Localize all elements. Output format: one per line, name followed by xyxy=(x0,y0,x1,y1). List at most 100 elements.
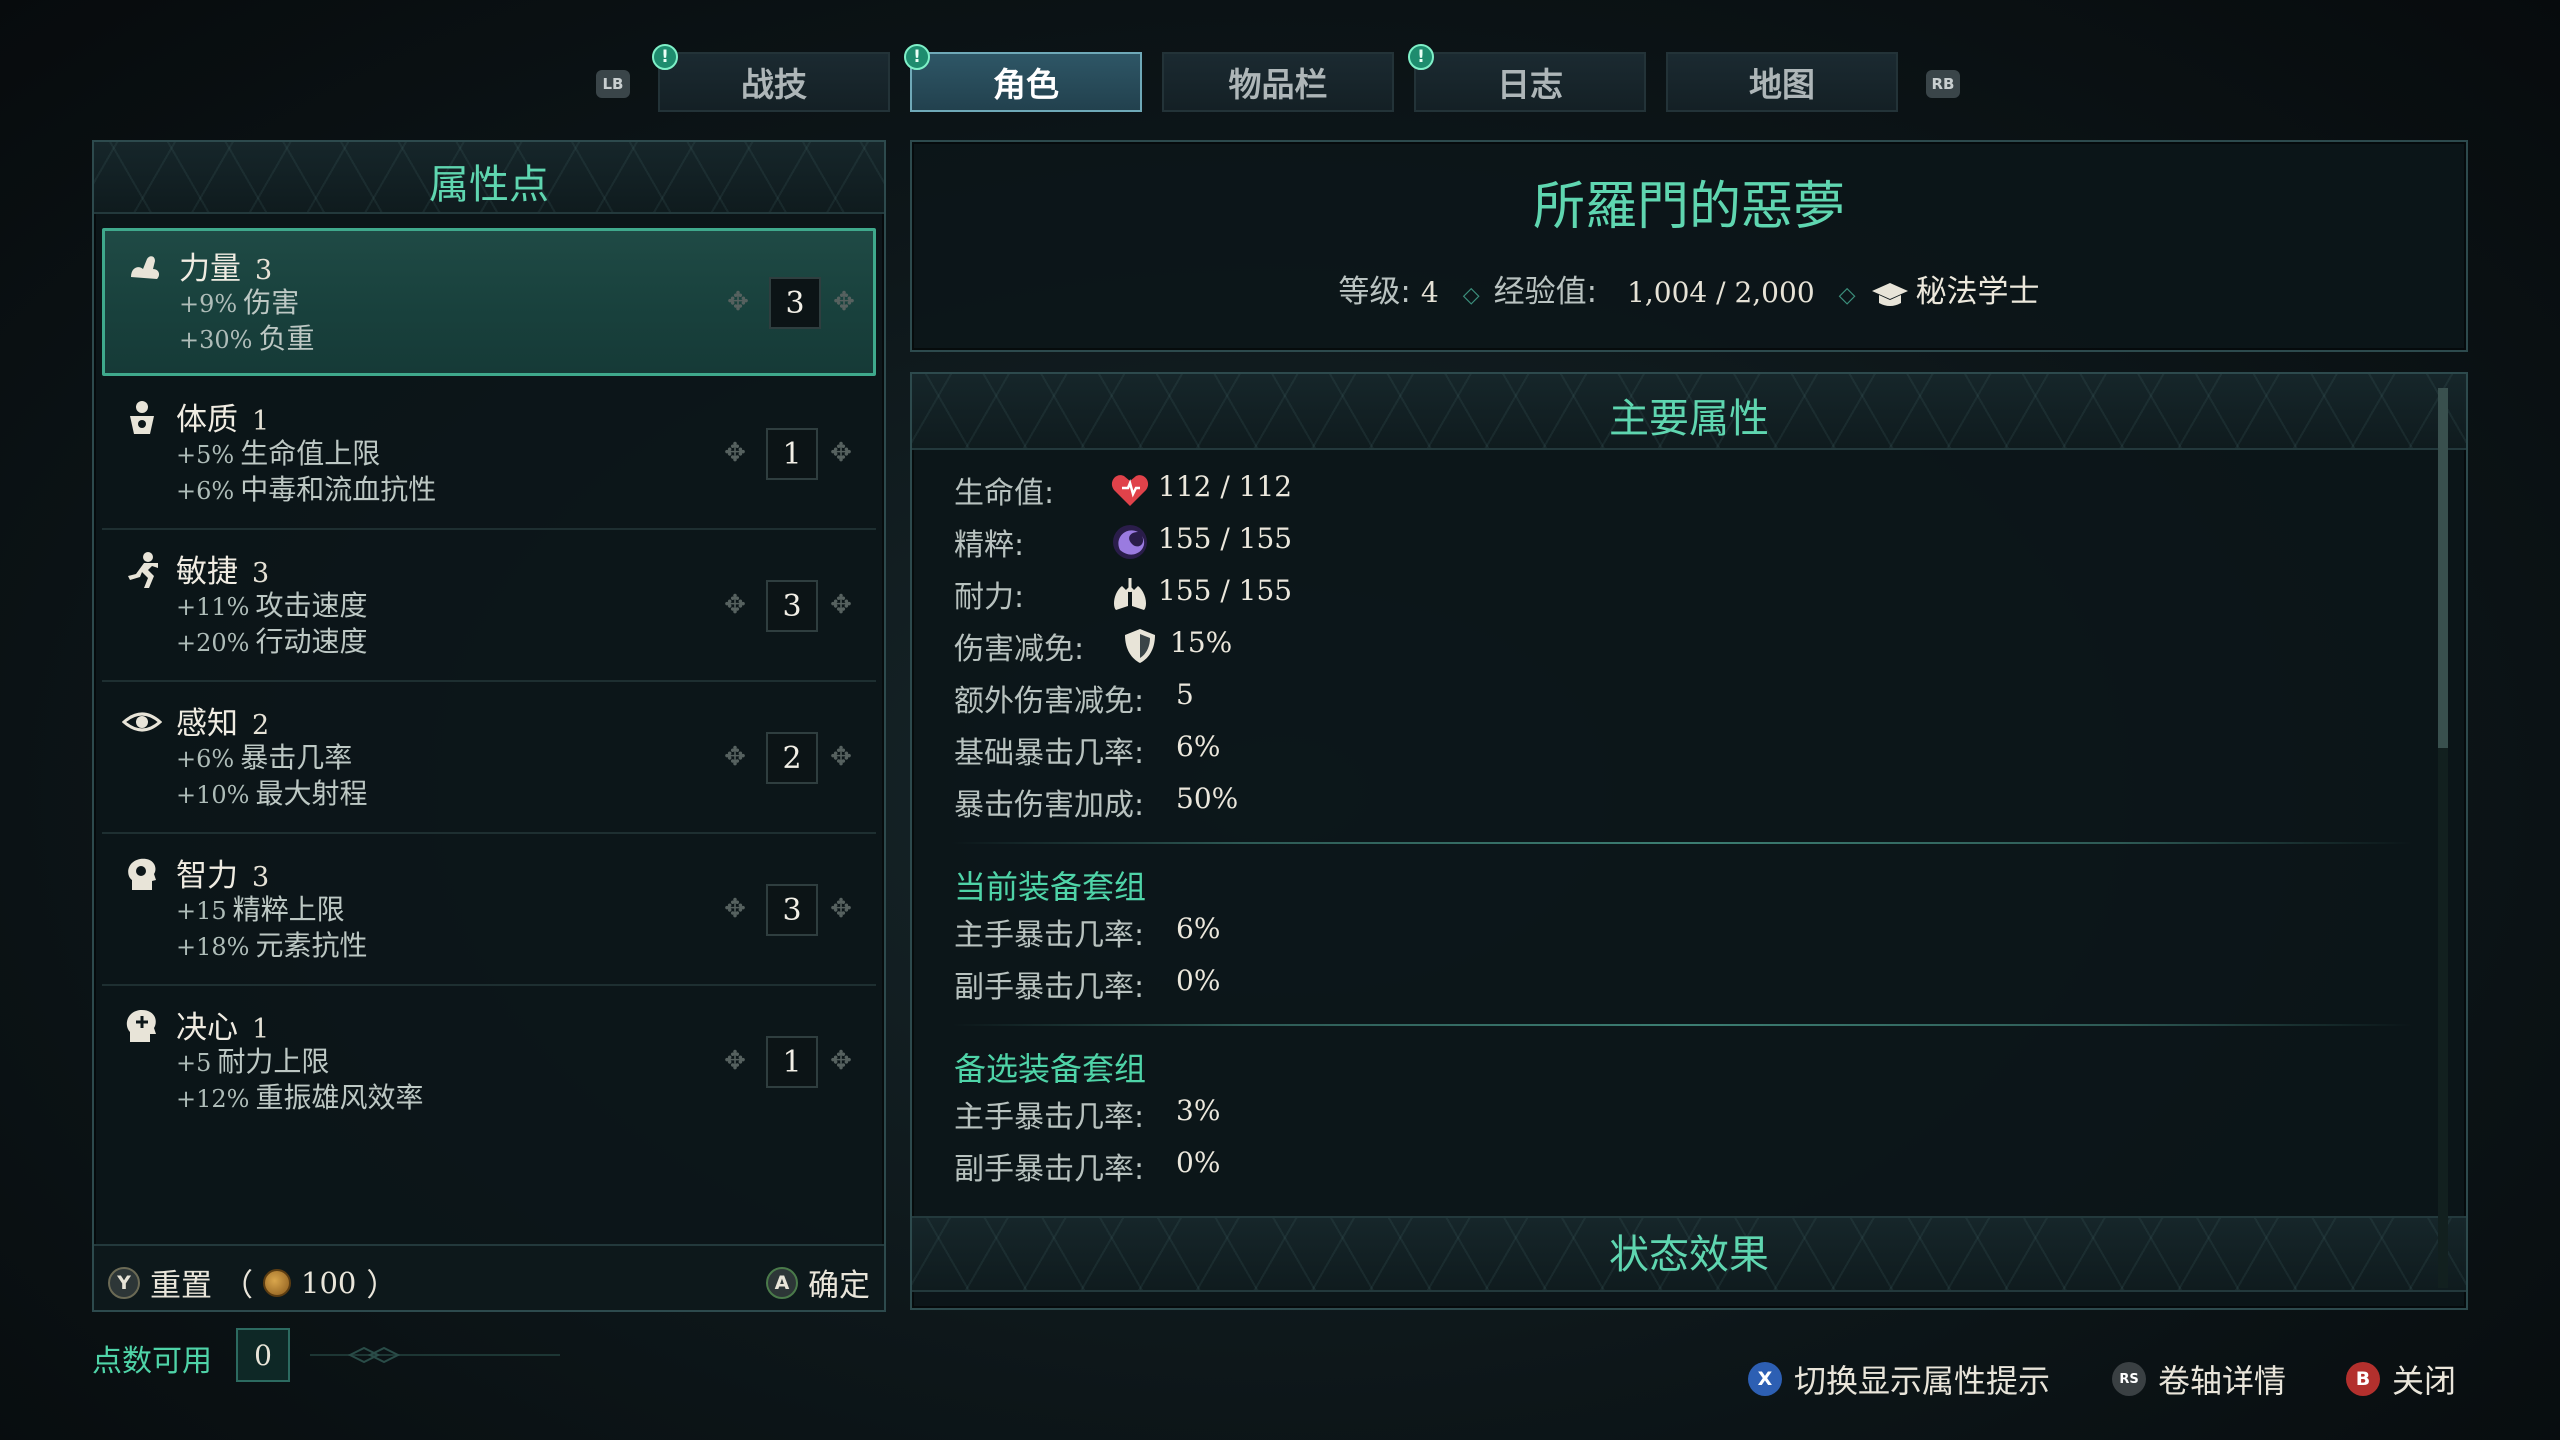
tab-inventory[interactable]: 物品栏 xyxy=(1162,52,1394,112)
attribute-bonus: +10% 最大射程 xyxy=(176,777,368,810)
heart-icon xyxy=(1111,475,1149,506)
close-button[interactable]: B 关闭 xyxy=(2346,1356,2456,1402)
attribute-bonus: +6% 中毒和流血抗性 xyxy=(176,473,437,506)
ornament-divider xyxy=(310,1346,560,1364)
dexterity-runner-icon xyxy=(120,548,164,592)
hint-label: 卷轴详情 xyxy=(2158,1362,2287,1400)
alert-icon: ! xyxy=(652,44,678,70)
hint-label: 关闭 xyxy=(2392,1362,2457,1400)
points-available-label: 点数可用 xyxy=(92,1344,212,1379)
decrement-button[interactable]: ✥ xyxy=(722,894,748,924)
stat-label: 主手暴击几率: xyxy=(954,1100,1145,1135)
attribute-bonus: +20% 行动速度 xyxy=(176,625,368,658)
stat-value: 0% xyxy=(1176,1146,1221,1179)
stat-label: 副手暴击几率: xyxy=(954,1152,1145,1187)
attribute-row-intelligence[interactable]: 智力 3 +15 精粹上限 +18% 元素抗性 ✥ 3 ✥ xyxy=(102,838,876,986)
y-button-icon: Y xyxy=(108,1266,140,1299)
coin-icon xyxy=(263,1268,291,1297)
attribute-row-constitution[interactable]: 体质 1 +5% 生命值上限 +6% 中毒和流血抗性 ✥ 1 ✥ xyxy=(102,382,876,530)
a-button-icon: A xyxy=(766,1266,798,1299)
shield-icon xyxy=(1125,629,1155,663)
main-stats-panel[interactable]: 主要属性 生命值: 112 / 112 精粹: 155 / 155 耐力: 15… xyxy=(910,372,2468,1310)
decrement-button[interactable]: ✥ xyxy=(725,287,751,317)
attribute-bonus: +18% 元素抗性 xyxy=(176,929,368,962)
stat-value: 50% xyxy=(1176,782,1239,815)
stat-label: 暴击伤害加成: xyxy=(954,788,1145,823)
attribute-row-strength[interactable]: 力量 3 +9% 伤害 +30% 负重 ✥ 3 ✥ xyxy=(102,228,876,376)
level-value: 4 xyxy=(1420,276,1439,309)
attribute-stepper-value: 2 xyxy=(766,732,818,784)
stat-value: 155 / 155 xyxy=(1158,574,1293,607)
x-button-icon: X xyxy=(1748,1362,1782,1396)
tab-label: 战技 xyxy=(741,65,807,104)
attribute-bonus: +11% 攻击速度 xyxy=(176,589,368,622)
tab-label: 角色 xyxy=(993,65,1059,104)
confirm-label: 确定 xyxy=(808,1268,870,1304)
stat-label: 副手暴击几率: xyxy=(954,970,1145,1005)
status-effects-title: 状态效果 xyxy=(1609,1232,1769,1278)
hint-label: 切换显示属性提示 xyxy=(1794,1362,2051,1400)
points-available-value: 0 xyxy=(236,1328,290,1382)
rb-bumper-icon[interactable]: RB xyxy=(1926,70,1960,98)
attribute-bonus: +15 精粹上限 xyxy=(176,893,345,926)
increment-button[interactable]: ✥ xyxy=(828,438,854,468)
attribute-stepper-value: 1 xyxy=(766,428,818,480)
section-divider xyxy=(952,1024,2412,1026)
attributes-panel: 属性点 力量 3 +9% 伤害 +30% 负重 ✥ 3 ✥ 体质 1 +5% 生命值上限 … xyxy=(92,140,886,1312)
xp-value: 1,004 / 2,000 xyxy=(1627,276,1815,309)
tab-character[interactable]: ! 角色 xyxy=(904,44,1142,112)
alert-icon: ! xyxy=(904,44,930,70)
attribute-row-dexterity[interactable]: 敏捷 3 +11% 攻击速度 +20% 行动速度 ✥ 3 ✥ xyxy=(102,534,876,682)
attribute-bonus: +6% 暴击几率 xyxy=(176,741,353,774)
stat-label: 伤害减免: xyxy=(954,632,1085,667)
reset-cost: 100 xyxy=(301,1265,357,1300)
stat-value: 15% xyxy=(1170,626,1233,659)
attribute-bonus: +12% 重振雄风效率 xyxy=(176,1081,424,1114)
tab-journal[interactable]: ! 日志 xyxy=(1408,44,1646,112)
attribute-stepper-value: 3 xyxy=(766,580,818,632)
scrollbar-thumb[interactable] xyxy=(2438,388,2448,748)
attributes-footer: Y 重置 （ 100 ） A 确定 xyxy=(94,1244,884,1310)
attribute-stepper-value: 1 xyxy=(766,1036,818,1088)
tab-label: 物品栏 xyxy=(1228,65,1328,104)
points-available: 点数可用 0 xyxy=(92,1326,560,1384)
main-stats-title: 主要属性 xyxy=(1609,396,1769,442)
level-label: 等级: xyxy=(1338,274,1411,310)
constitution-body-icon xyxy=(120,396,164,440)
tab-bar: LB ! 战技 ! 角色 物品栏 ! 日志 地图 RB xyxy=(592,44,1972,114)
stats-scrollbar[interactable] xyxy=(2438,388,2448,1288)
attribute-bonus: +9% 伤害 xyxy=(179,286,300,319)
reset-button[interactable]: Y 重置 （ 100 ） xyxy=(108,1260,397,1305)
stat-label: 基础暴击几率: xyxy=(954,736,1145,771)
reset-label: 重置 xyxy=(150,1268,212,1304)
decrement-button[interactable]: ✥ xyxy=(722,438,748,468)
tab-label: 日志 xyxy=(1497,65,1563,104)
attribute-row-resolve[interactable]: 决心 1 +5 耐力上限 +12% 重振雄风效率 ✥ 1 ✥ xyxy=(102,990,876,1138)
confirm-button[interactable]: A 确定 xyxy=(766,1260,870,1305)
character-info-panel: 所羅門的惡夢 等级: 4 ◇ 经验值: 1,004 / 2,000 ◇ 秘法学士 xyxy=(910,140,2468,352)
scroll-details-button[interactable]: RS 卷轴详情 xyxy=(2112,1356,2286,1402)
b-button-icon: B xyxy=(2346,1362,2380,1396)
essence-swirl-icon xyxy=(1113,525,1147,559)
attribute-row-perception[interactable]: 感知 2 +6% 暴击几率 +10% 最大射程 ✥ 2 ✥ xyxy=(102,686,876,834)
stat-label: 精粹: xyxy=(954,528,1025,563)
decrement-button[interactable]: ✥ xyxy=(722,590,748,620)
toggle-attribute-hints-button[interactable]: X 切换显示属性提示 xyxy=(1748,1356,2050,1402)
increment-button[interactable]: ✥ xyxy=(828,742,854,772)
attributes-title: 属性点 xyxy=(429,162,549,208)
increment-button[interactable]: ✥ xyxy=(828,894,854,924)
resolve-head-icon xyxy=(120,1004,164,1048)
tab-label: 地图 xyxy=(1749,65,1815,104)
tab-combat-arts[interactable]: ! 战技 xyxy=(652,44,890,112)
mortarboard-icon xyxy=(1871,282,1908,306)
tab-map[interactable]: 地图 xyxy=(1666,52,1898,112)
lb-bumper-icon[interactable]: LB xyxy=(596,70,630,98)
stat-label: 主手暴击几率: xyxy=(954,918,1145,953)
decrement-button[interactable]: ✥ xyxy=(722,742,748,772)
increment-button[interactable]: ✥ xyxy=(831,287,857,317)
alert-icon: ! xyxy=(1408,44,1434,70)
decrement-button[interactable]: ✥ xyxy=(722,1046,748,1076)
character-summary: 等级: 4 ◇ 经验值: 1,004 / 2,000 ◇ 秘法学士 xyxy=(912,266,2466,311)
increment-button[interactable]: ✥ xyxy=(828,1046,854,1076)
increment-button[interactable]: ✥ xyxy=(828,590,854,620)
